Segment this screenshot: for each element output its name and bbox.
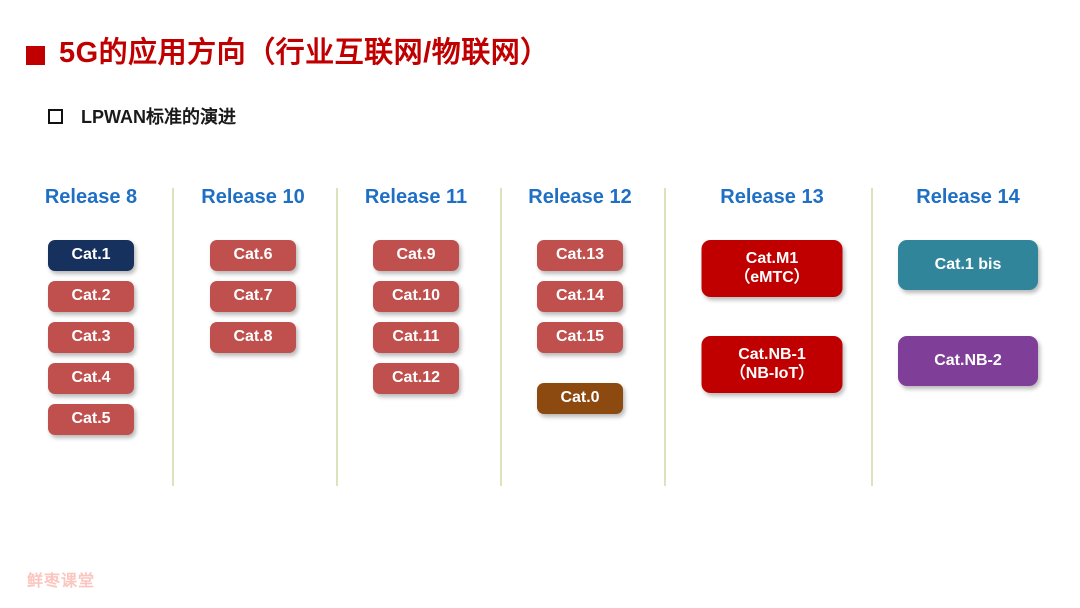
category-box-list: Cat.1 bis Cat.NB-2: [883, 240, 1053, 432]
category-box[interactable]: Cat.6: [210, 240, 296, 271]
category-box[interactable]: Cat.1: [48, 240, 134, 271]
release-column: Release 8 Cat.1 Cat.2 Cat.3 Cat.4 Cat.5: [24, 186, 158, 445]
watermark: 鲜枣课堂: [27, 573, 96, 590]
category-box[interactable]: Cat.5: [48, 404, 134, 435]
category-box-label: Cat.2: [71, 287, 111, 305]
category-box-label: Cat.3: [71, 328, 111, 346]
release-column: Release 10 Cat.6 Cat.7 Cat.8: [186, 186, 320, 363]
category-box[interactable]: Cat.0: [537, 383, 623, 414]
category-box[interactable]: Cat.9: [373, 240, 459, 271]
category-box-list: Cat.1 Cat.2 Cat.3 Cat.4 Cat.5: [24, 240, 158, 445]
category-box-label: Cat.M1: [745, 249, 799, 267]
category-box-label: Cat.12: [391, 369, 441, 387]
release-column-header: Release 11: [364, 186, 468, 208]
category-box-list: Cat.6 Cat.7 Cat.8: [186, 240, 320, 363]
category-box[interactable]: Cat.11: [373, 322, 459, 353]
category-box[interactable]: Cat.10: [373, 281, 459, 312]
section-subtitle: LPWAN标准的演进: [48, 103, 236, 129]
hollow-square-bullet-icon: [48, 108, 63, 124]
release-columns: Release 8 Cat.1 Cat.2 Cat.3 Cat.4 Cat.5 Releas…: [0, 186, 1080, 496]
release-column: Release 11 Cat.9 Cat.10 Cat.11 Cat.12: [349, 186, 483, 404]
category-box[interactable]: Cat.14: [537, 281, 623, 312]
page-title-text: 5G的应用方向（行业互联网/物联网）: [59, 37, 550, 69]
category-box[interactable]: Cat.3: [48, 322, 134, 353]
category-box-label: Cat.11: [392, 328, 440, 346]
release-column-header: Release 14: [916, 186, 1020, 208]
category-box-label: （NB-IoT）: [729, 364, 815, 382]
column-divider: [871, 188, 873, 486]
release-column-header: Release 8: [44, 186, 138, 208]
square-bullet-icon: [26, 45, 45, 65]
category-box[interactable]: Cat.12: [373, 363, 459, 394]
release-column-header: Release 10: [201, 186, 305, 208]
slide-canvas: 5G的应用方向（行业互联网/物联网） LPWAN标准的演进 Release 8 C…: [0, 0, 1080, 608]
category-box[interactable]: Cat.8: [210, 322, 296, 353]
category-box[interactable]: Cat.7: [210, 281, 296, 312]
column-divider: [664, 188, 666, 486]
section-subtitle-text: LPWAN标准的演进: [81, 107, 236, 127]
category-box-label: Cat.1 bis: [934, 255, 1002, 273]
category-box-label: Cat.0: [560, 389, 600, 407]
category-box-label: Cat.7: [233, 287, 273, 305]
category-box-label: Cat.9: [396, 246, 436, 264]
category-box-label: Cat.14: [555, 287, 605, 305]
category-box-label: Cat.5: [71, 410, 111, 428]
category-box[interactable]: Cat.2: [48, 281, 134, 312]
category-box-label: Cat.NB-2: [934, 351, 1002, 369]
category-box-label: Cat.NB-1: [738, 345, 806, 363]
category-box[interactable]: Cat.1 bis: [898, 240, 1038, 290]
category-box[interactable]: Cat.NB-2: [898, 336, 1038, 386]
category-box-list: Cat.M1 （eMTC） Cat.NB-1 （NB-IoT）: [687, 240, 857, 432]
category-box[interactable]: Cat.13: [537, 240, 623, 271]
category-box-label: Cat.6: [233, 246, 273, 264]
category-box[interactable]: Cat.15: [537, 322, 623, 353]
category-box-list: Cat.13 Cat.14 Cat.15 Cat.0: [513, 240, 647, 424]
category-box-label: （eMTC）: [734, 268, 810, 286]
release-column-header: Release 13: [720, 186, 824, 208]
column-divider: [336, 188, 338, 486]
column-divider: [172, 188, 174, 486]
release-column: Release 14 Cat.1 bis Cat.NB-2: [883, 186, 1053, 432]
category-box[interactable]: Cat.4: [48, 363, 134, 394]
category-box-label: Cat.1: [71, 246, 111, 264]
category-box-label: Cat.4: [71, 369, 111, 387]
category-box[interactable]: Cat.M1 （eMTC）: [701, 240, 843, 297]
release-column: Release 13 Cat.M1 （eMTC） Cat.NB-1 （NB-IoT）: [687, 186, 857, 432]
column-divider: [500, 188, 502, 486]
category-box[interactable]: Cat.NB-1 （NB-IoT）: [701, 336, 843, 393]
category-box-label: Cat.10: [391, 287, 441, 305]
release-column: Release 12 Cat.13 Cat.14 Cat.15 Cat.0: [513, 186, 647, 424]
category-box-label: Cat.15: [555, 328, 605, 346]
category-box-label: Cat.13: [555, 246, 605, 264]
category-box-label: Cat.8: [233, 328, 273, 346]
release-column-header: Release 12: [528, 186, 632, 208]
category-box-list: Cat.9 Cat.10 Cat.11 Cat.12: [349, 240, 483, 404]
page-title: 5G的应用方向（行业互联网/物联网）: [26, 37, 550, 70]
